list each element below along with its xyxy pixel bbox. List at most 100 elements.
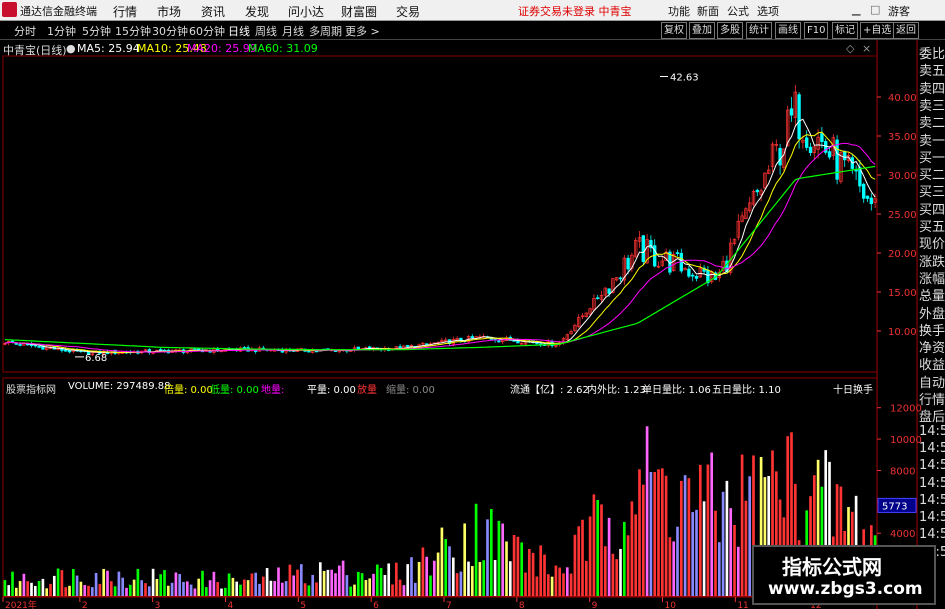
btn-fuquan[interactable]: 复权 [661,22,687,39]
volume-axis-label: 4000 [890,529,915,540]
volume-bar [246,580,250,596]
close-icon[interactable]: × [862,42,871,55]
right-panel-item[interactable]: 买一 [919,147,945,166]
suoliang: 缩量: 0.00 [386,385,435,396]
volume-bar [364,580,368,596]
kline-chart-svg[interactable]: 40.00 35.00 30.00 25.00 20.00 15.00 10.00 12000… [0,40,945,609]
right-panel-item[interactable]: 总量 [919,285,945,304]
menu-youke[interactable]: 游客 [888,3,910,19]
period-weekly[interactable]: 周线 [255,23,277,39]
volume-bar [748,476,752,596]
volume-bar [94,572,98,596]
right-panel-item[interactable]: 自动 [919,372,945,391]
volume-bar [75,575,79,596]
period-multi[interactable]: 多周期 [309,23,342,39]
menu-zixun[interactable]: 资讯 [201,3,225,20]
right-panel-item[interactable]: 14:5 [919,493,945,508]
menu-xuanxiang[interactable]: 选项 [757,3,779,19]
right-panel-item[interactable]: 涨幅 [919,268,945,287]
price-axis-label: 35.00 [888,132,917,143]
period-60min[interactable]: 60分钟 [189,23,225,39]
volume-bar [163,570,166,596]
right-panel-item[interactable]: 14:5 [919,424,945,439]
period-more[interactable]: 更多 > [345,23,380,39]
right-panel-item[interactable]: 买五 [919,216,945,235]
btn-duogu[interactable]: 多股 [717,22,743,39]
candle-body [687,268,691,277]
menu-faxian[interactable]: 发现 [245,3,269,20]
settings-icon[interactable]: ◇ [846,42,854,55]
volume-bar [725,480,729,596]
time-axis-label: 9 [592,601,598,609]
chart-area[interactable]: 40.00 35.00 30.00 25.00 20.00 15.00 10.00 12000… [0,40,945,609]
right-panel-item[interactable]: 买四 [919,199,945,218]
volume-bar [615,559,619,596]
time-axis-label: 11 [737,601,748,609]
right-panel-item[interactable]: 委比 [919,43,945,62]
menu-jiaoyi[interactable]: 交易 [396,3,420,20]
right-panel-item[interactable]: 净资 [919,337,945,356]
right-panel-item[interactable]: 行情 [919,389,945,408]
right-panel-item[interactable]: 买三 [919,181,945,200]
volume-bar [611,553,615,596]
btn-diejia[interactable]: 叠加 [689,22,715,39]
right-panel-item[interactable]: 外盘 [919,303,945,322]
menu-shichang[interactable]: 市场 [157,3,181,20]
period-5min[interactable]: 5分钟 [82,23,111,39]
window-max-icon[interactable]: □ [870,3,880,16]
volume-bar [448,546,451,596]
volume-bar [497,520,501,596]
volume-bar [296,569,299,596]
right-panel-item[interactable]: 卖五 [919,60,945,79]
right-panel-item[interactable]: 卖四 [919,78,945,97]
menu-hangqing[interactable]: 行情 [113,3,137,20]
right-panel-item[interactable]: 卖一 [919,130,945,149]
period-daily[interactable]: 日线 [228,23,250,39]
volume-bar [429,575,432,596]
volume-bar [546,574,550,596]
right-panel-item[interactable]: 收益 [919,354,945,373]
right-panel-item[interactable]: 买二 [919,164,945,183]
btn-fanhui[interactable]: 返回 [893,22,919,39]
right-panel-item[interactable]: 14:5 [919,441,945,456]
right-panel-item[interactable]: 14:5 [919,510,945,525]
right-panel-item[interactable]: 涨跌 [919,251,945,270]
volume-bar [660,468,664,596]
volume-bar [30,582,33,596]
right-panel-item[interactable]: 14:5 [919,458,945,473]
volume-bar [410,557,413,596]
period-fenshi[interactable]: 分时 [14,23,36,39]
menu-gongneng[interactable]: 功能 [668,3,690,19]
btn-tongji[interactable]: 统计 [746,22,772,39]
btn-zixuan[interactable]: +自选 [860,22,895,39]
volume-bar [558,567,562,596]
volume-bar [71,569,75,596]
period-30min[interactable]: 30分钟 [152,23,188,39]
menu-wenxiaoda[interactable]: 问小达 [288,3,324,20]
volume-bar [676,526,679,596]
menu-caifuquan[interactable]: 财富圈 [341,3,377,20]
window-min-icon[interactable]: ▁ [852,3,860,16]
volume-bar [417,561,421,596]
right-panel-item[interactable]: 换手 [919,320,945,339]
right-panel-item[interactable]: 盘后 [919,406,945,425]
volume-bar [657,469,660,596]
right-panel-item[interactable]: 14:5 [919,476,945,491]
period-1min[interactable]: 1分钟 [47,23,76,39]
volume-bar [242,579,246,596]
volume-bar [379,568,383,596]
right-panel-item[interactable]: 现价 [919,233,945,252]
candle-body [607,288,611,294]
candle-body [356,346,360,350]
btn-f10[interactable]: F10 [804,22,829,39]
period-monthly[interactable]: 月线 [282,23,304,39]
volume-bar [501,523,505,596]
btn-huaxian[interactable]: 画线 [775,22,801,39]
right-panel-item[interactable]: 14:5 [919,527,945,542]
right-panel-item[interactable]: 卖二 [919,112,945,131]
right-panel-item[interactable]: 卖三 [919,95,945,114]
menu-gongshi[interactable]: 公式 [727,3,749,19]
btn-biaoji[interactable]: 标记 [832,22,858,39]
period-15min[interactable]: 15分钟 [115,23,151,39]
menu-xinmian[interactable]: 新面 [697,3,719,19]
